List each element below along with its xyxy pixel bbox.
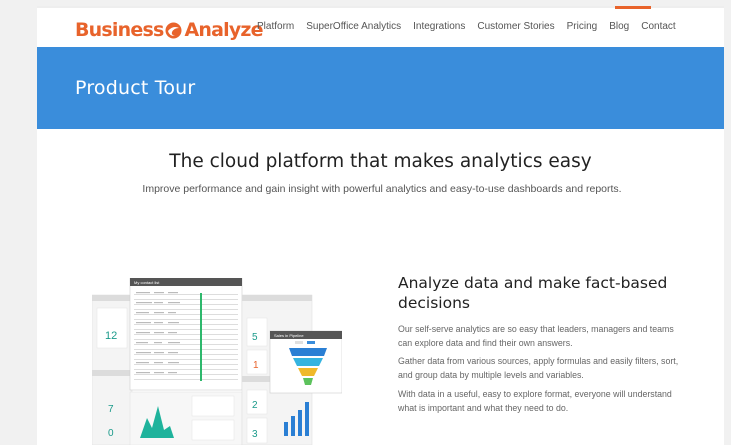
nav-contact[interactable]: Contact <box>641 21 675 32</box>
site-header: Business Analyze Platform SuperOffice An… <box>37 8 724 50</box>
kpi-value: 12 <box>105 330 117 342</box>
logo[interactable]: Business Analyze <box>75 18 264 42</box>
dashboard-screenshot: 7 0 12 My contact list 5 1 2 3 Sales in … <box>91 277 343 445</box>
kpi-value: 5 <box>252 332 258 343</box>
logo-swirl-icon <box>165 22 182 39</box>
kpi-value: 3 <box>252 429 258 440</box>
nav-blog[interactable]: Blog <box>609 21 629 32</box>
kpi-value: 7 <box>108 404 114 415</box>
page-title: Product Tour <box>75 77 196 99</box>
logo-word-analyze: Analyze <box>184 19 263 41</box>
hero-title: The cloud platform that makes analytics … <box>169 151 592 172</box>
nav-customer-stories[interactable]: Customer Stories <box>477 21 554 32</box>
kpi-value: 1 <box>253 360 259 371</box>
nav-pricing[interactable]: Pricing <box>567 21 598 32</box>
pipeline-title: Sales in Pipeline <box>274 333 304 338</box>
page: Business Analyze Platform SuperOffice An… <box>37 6 724 445</box>
feature-title: Analyze data and make fact-based decisio… <box>398 274 668 312</box>
main-nav: Platform SuperOffice Analytics Integrati… <box>257 21 688 32</box>
kpi-value: 0 <box>108 428 114 439</box>
nav-platform[interactable]: Platform <box>257 21 294 32</box>
nav-superoffice-analytics[interactable]: SuperOffice Analytics <box>306 21 401 32</box>
logo-word-business: Business <box>75 19 164 41</box>
feature-paragraph: With data in a useful, easy to explore f… <box>398 389 672 413</box>
feature-paragraph: Gather data from various sources, apply … <box>398 356 679 380</box>
nav-integrations[interactable]: Integrations <box>413 21 465 32</box>
hero-subtitle: Improve performance and gain insight wit… <box>142 183 622 195</box>
kpi-value: 2 <box>252 400 258 411</box>
page-banner: Product Tour <box>37 47 724 129</box>
feature-paragraph: Our self-serve analytics are so easy tha… <box>398 324 674 348</box>
contact-list-title: My contact list <box>134 280 160 285</box>
